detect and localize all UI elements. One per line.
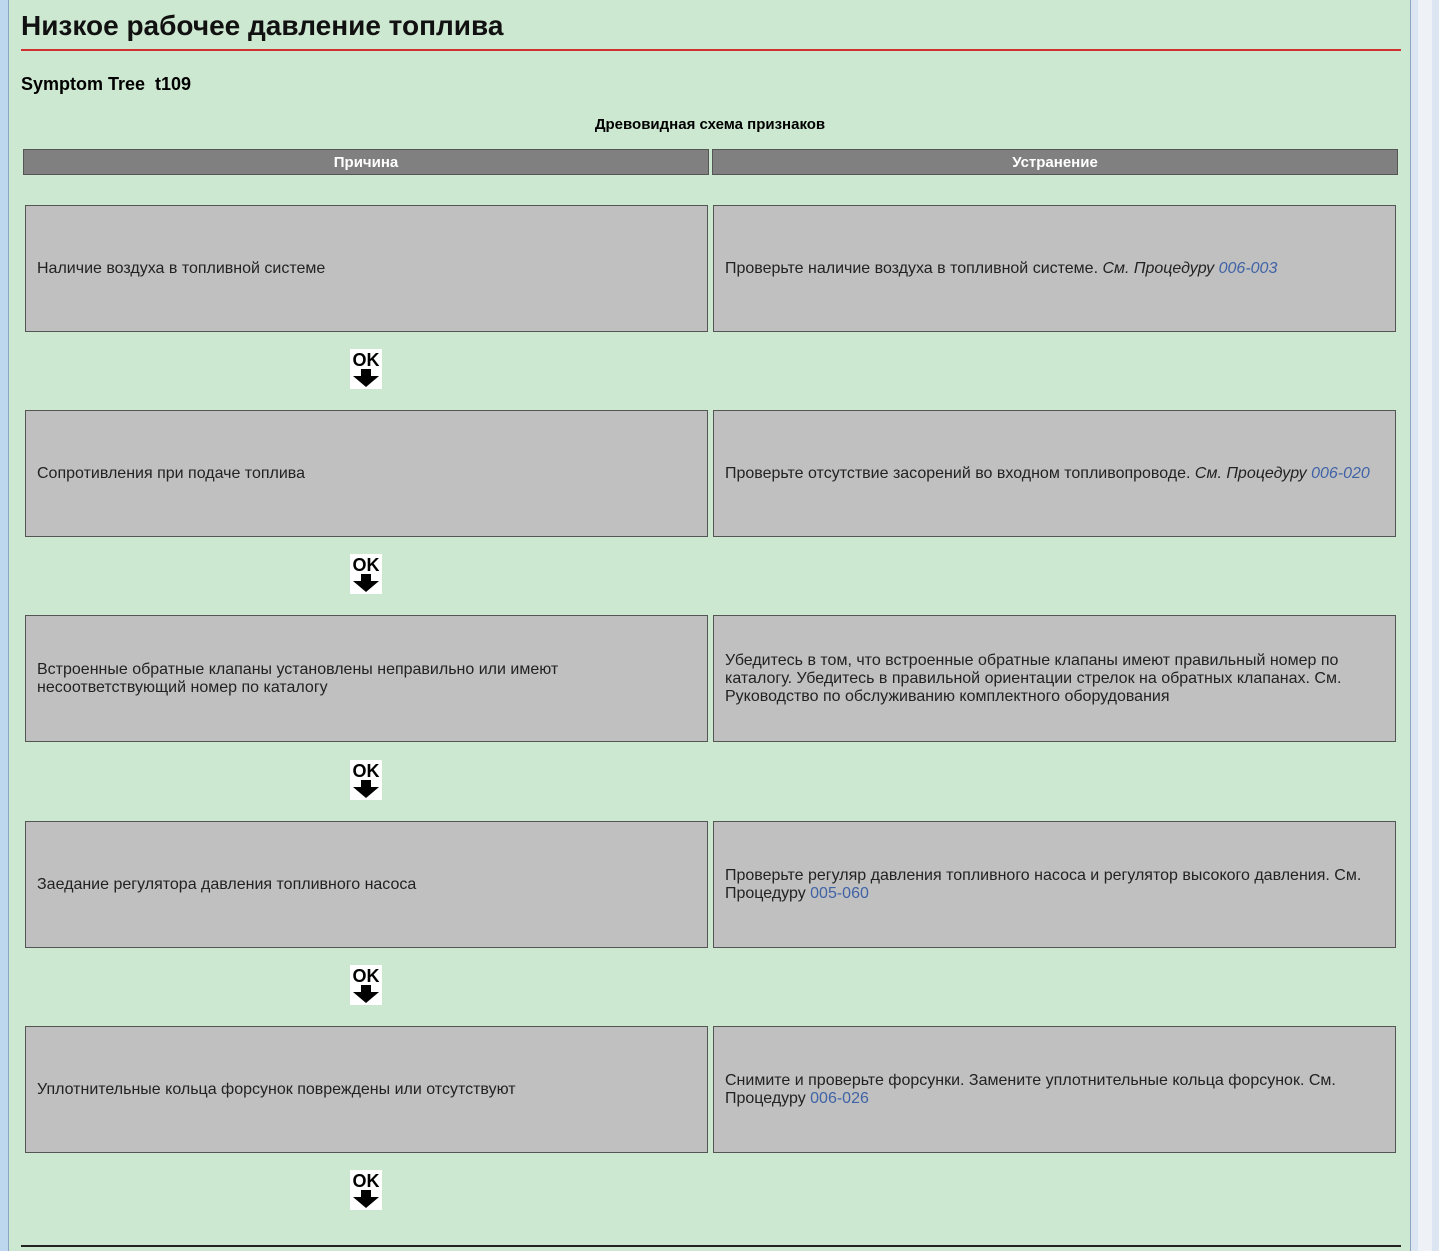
fix-cell: Проверьте регуляр давления топливного на… (713, 821, 1396, 948)
fix-cell: Проверьте наличие воздуха в топливной си… (713, 205, 1396, 332)
cause-text: Уплотнительные кольца форсунок поврежден… (37, 1080, 516, 1098)
ok-label: OK (353, 966, 380, 986)
ok-label: OK (353, 1171, 380, 1191)
fix-text: Проверьте отсутствие засорений во входно… (725, 464, 1195, 482)
vertical-scrollbar[interactable] (1410, 0, 1439, 1251)
ok-label: OK (353, 350, 380, 370)
fix-cell: Убедитесь в том, что встроенные обратные… (713, 615, 1396, 742)
scrollbar-track[interactable] (1418, 0, 1432, 1251)
ok-down-arrow-icon: OK (350, 1170, 382, 1210)
bottom-divider (21, 1245, 1401, 1247)
fix-cell: Снимите и проверьте форсунки. Замените у… (713, 1026, 1396, 1153)
ok-down-arrow-icon: OK (350, 349, 382, 389)
procedure-link[interactable]: 006-003 (1219, 260, 1278, 277)
fix-cell: Проверьте отсутствие засорений во входно… (713, 410, 1396, 537)
ok-label: OK (353, 555, 380, 575)
ok-label: OK (353, 761, 380, 781)
fix-reference: См. Процедуру (1102, 259, 1219, 277)
cause-text: Встроенные обратные клапаны установлены … (37, 660, 559, 696)
procedure-link[interactable]: 006-026 (810, 1090, 869, 1107)
column-header-fix: Устранение (712, 149, 1398, 175)
window-left-border (0, 0, 9, 1251)
cause-text: Сопротивления при подаче топлива (37, 464, 305, 482)
ok-down-arrow-icon: OK (350, 965, 382, 1005)
fix-text: Проверьте наличие воздуха в топливной си… (725, 259, 1103, 277)
fix-reference: См. Процедуру (1194, 464, 1312, 482)
fix-text: Убедитесь в том, что встроенные обратные… (725, 651, 1342, 705)
symptom-tree-id: Symptom Tree t109 (21, 74, 192, 94)
ok-down-arrow-icon: OK (350, 760, 382, 800)
column-header-cause: Причина (23, 149, 709, 175)
cause-cell: Уплотнительные кольца форсунок поврежден… (25, 1026, 708, 1153)
cause-cell: Заедание регулятора давления топливного … (25, 821, 708, 948)
title-divider (21, 49, 1401, 51)
page-title: Низкое рабочее давление топлива (21, 10, 504, 41)
cause-text: Заедание регулятора давления топливного … (37, 875, 417, 893)
procedure-link[interactable]: 006-020 (1311, 465, 1370, 482)
procedure-link[interactable]: 005-060 (810, 885, 869, 902)
cause-cell: Наличие воздуха в топливной системе (25, 205, 708, 332)
cause-cell: Встроенные обратные клапаны установлены … (25, 615, 708, 742)
cause-text: Наличие воздуха в топливной системе (37, 259, 326, 277)
ok-down-arrow-icon: OK (350, 554, 382, 594)
table-caption: Древовидная схема признаков (594, 116, 826, 133)
cause-cell: Сопротивления при подаче топлива (25, 410, 708, 537)
